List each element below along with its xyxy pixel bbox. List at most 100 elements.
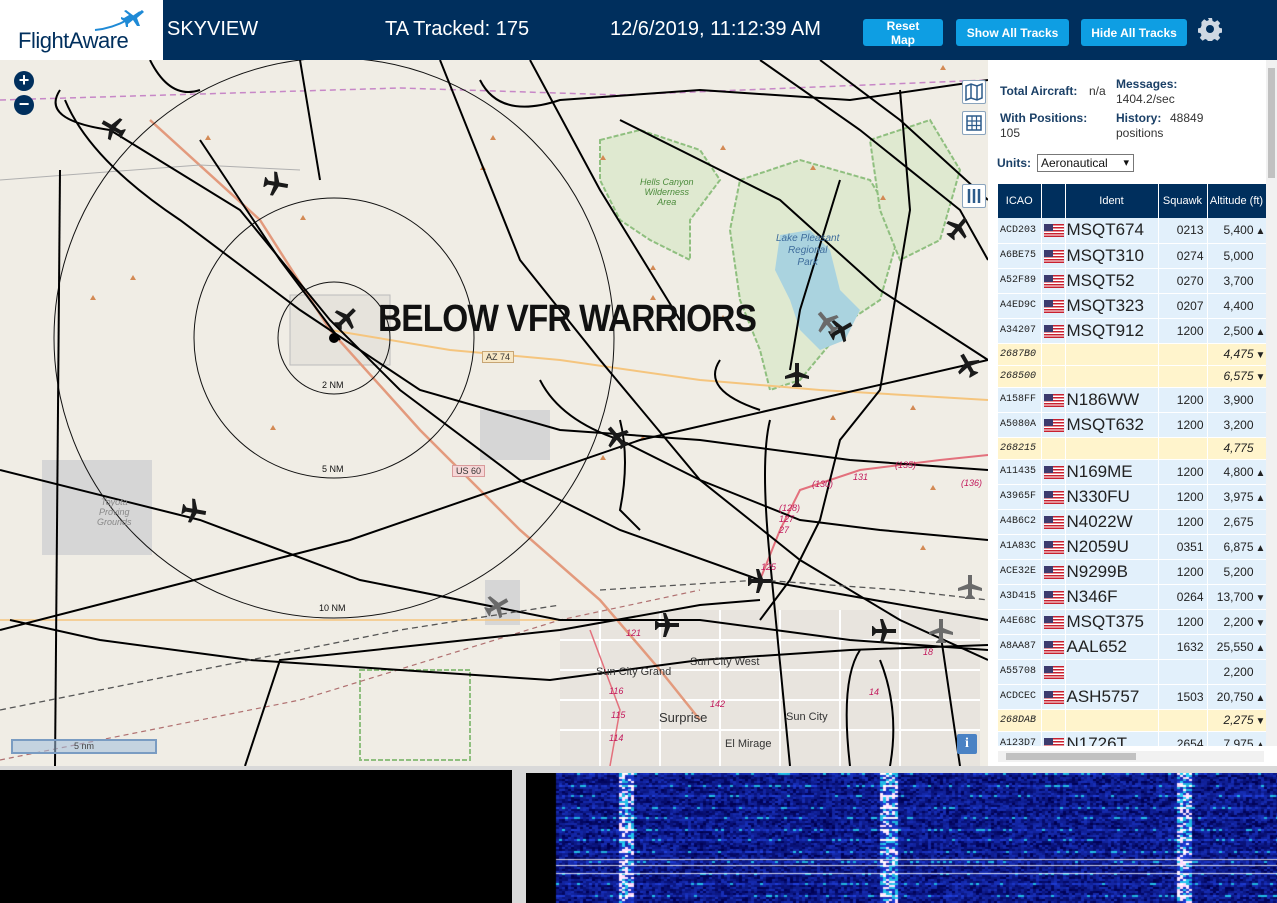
altitude-value: 20,750	[1216, 689, 1254, 704]
table-row[interactable]: 268215 4,775	[998, 437, 1266, 460]
table-row[interactable]: A4B6C2 N4022W 1200 2,675	[998, 509, 1266, 535]
info-button[interactable]: i	[957, 734, 977, 754]
ident-cell: MSQT310	[1065, 243, 1159, 269]
table-row[interactable]: A4ED9C MSQT323 0207 4,400	[998, 293, 1266, 319]
flag-cell	[1041, 365, 1066, 388]
show-all-tracks-button[interactable]: Show All Tracks	[956, 19, 1069, 46]
squawk-cell: 1503	[1158, 684, 1208, 710]
altitude-trend-icon: ▲	[1255, 467, 1266, 479]
flag-cell	[1041, 318, 1066, 344]
table-row[interactable]: 268DAB 2,275 ▼	[998, 709, 1266, 732]
us-flag-icon	[1043, 274, 1064, 288]
zoom-in-button[interactable]: +	[14, 71, 34, 91]
table-row[interactable]: A3D415 N346F 0264 13,700 ▼	[998, 584, 1266, 610]
squawk-cell: 2654	[1158, 731, 1208, 746]
table-row[interactable]: A123D7 N1726T 2654 7,975 ▲	[998, 731, 1266, 746]
us60-shield: US 60	[452, 465, 486, 477]
altitude-trend-icon: ▲	[1255, 326, 1266, 338]
altitude-cell: 4,800 ▲	[1207, 459, 1266, 485]
panel-vertical-scrollbar[interactable]	[1266, 60, 1277, 746]
icao-cell: 268DAB	[998, 709, 1042, 732]
with-positions-label: With Positions:	[1000, 111, 1088, 125]
squawk-cell: 1200	[1158, 387, 1208, 413]
table-row[interactable]: A4E68C MSQT375 1200 2,200 ▼	[998, 609, 1266, 635]
squawk-cell: 1632	[1158, 634, 1208, 660]
table-row[interactable]: 2687B0 4,475 ▼	[998, 343, 1266, 366]
squawk-cell: 0213	[1158, 218, 1208, 244]
table-row[interactable]: A52F89 MSQT52 0270 3,700	[998, 268, 1266, 294]
flag-cell	[1041, 584, 1066, 610]
panel-horizontal-scrollbar[interactable]	[998, 751, 1264, 762]
sun-city-label: Sun City	[786, 711, 828, 723]
ident-cell: MSQT674	[1065, 218, 1159, 244]
columns-icon[interactable]	[962, 184, 986, 208]
squawk-cell	[1158, 709, 1208, 732]
table-row[interactable]: A3965F N330FU 1200 3,975 ▲	[998, 484, 1266, 510]
ident-cell: N186WW	[1065, 387, 1159, 413]
altitude-trend-icon: ▲	[1255, 692, 1266, 704]
ring-label-10nm: 10 NM	[319, 603, 346, 613]
altitude-cell: 3,975 ▲	[1207, 484, 1266, 510]
altitude-cell: 2,200 ▼	[1207, 609, 1266, 635]
table-row[interactable]: A11435 N169ME 1200 4,800 ▲	[998, 459, 1266, 485]
icao-cell: A4B6C2	[998, 509, 1042, 535]
altitude-value: 5,400	[1223, 223, 1254, 238]
squawk-cell: 1200	[1158, 609, 1208, 635]
road-number: 121	[626, 628, 642, 638]
col-flag[interactable]	[1041, 184, 1066, 218]
altitude-cell: 5,200	[1207, 559, 1266, 585]
table-row[interactable]: A34207 MSQT912 1200 2,500 ▲	[998, 318, 1266, 344]
col-altitude[interactable]: Altitude (ft)	[1207, 184, 1266, 218]
table-row[interactable]: 268500 6,575 ▼	[998, 365, 1266, 388]
az74-shield: AZ 74	[482, 351, 515, 363]
skyview-app: FlightAware SKYVIEW TA Tracked: 175 12/6…	[0, 0, 1277, 903]
reset-map-button[interactable]: Reset Map	[863, 19, 943, 47]
altitude-trend-icon: ▼	[1255, 592, 1266, 604]
icao-cell: A55708	[998, 659, 1042, 685]
ident-cell: N169ME	[1065, 459, 1159, 485]
units-select[interactable]: Aeronautical	[1037, 154, 1134, 172]
grid-icon[interactable]	[962, 111, 986, 135]
hide-all-tracks-button[interactable]: Hide All Tracks	[1081, 19, 1187, 46]
table-row[interactable]: A5080A MSQT632 1200 3,200	[998, 412, 1266, 438]
table-row[interactable]: ACDCEC ASH5757 1503 20,750 ▲	[998, 684, 1266, 710]
altitude-trend-icon: ▼	[1255, 372, 1266, 383]
table-row[interactable]: A55708 2,200	[998, 659, 1266, 685]
tracked-count: TA Tracked: 175	[385, 18, 530, 40]
gear-icon[interactable]	[1198, 17, 1222, 41]
flag-cell	[1041, 559, 1066, 585]
table-body: ACD203 MSQT674 0213 5,400 ▲ A6BE75 MSQT310 0274…	[998, 218, 1266, 746]
altitude-cell: 5,400 ▲	[1207, 218, 1266, 244]
col-ident[interactable]: Ident	[1065, 184, 1159, 218]
altitude-cell: 25,550 ▲	[1207, 634, 1266, 660]
ident-cell: MSQT52	[1065, 268, 1159, 294]
flightaware-logo[interactable]: FlightAware	[0, 0, 163, 60]
table-row[interactable]: A6BE75 MSQT310 0274 5,000	[998, 243, 1266, 269]
ident-cell: N346F	[1065, 584, 1159, 610]
map-layers-icon[interactable]	[962, 80, 986, 104]
table-header: ICAO Ident Squawk Altitude (ft)	[998, 184, 1266, 218]
map-view[interactable]: + − BELOW VFR WARRIORS 2 NM 5 NM 10 NM H…	[0, 60, 988, 766]
table-row[interactable]: ACE32E N9299B 1200 5,200	[998, 559, 1266, 585]
col-squawk[interactable]: Squawk	[1158, 184, 1208, 218]
altitude-trend-icon: ▲	[1255, 542, 1266, 554]
icao-cell: A8AA87	[998, 634, 1042, 660]
squawk-cell	[1158, 365, 1208, 388]
flag-cell	[1041, 387, 1066, 413]
squawk-cell: 1200	[1158, 412, 1208, 438]
squawk-cell: 0351	[1158, 534, 1208, 560]
altitude-trend-icon: ▼	[1255, 716, 1266, 727]
ident-cell: N1726T	[1065, 731, 1159, 746]
zoom-out-button[interactable]: −	[14, 95, 34, 115]
table-row[interactable]: ACD203 MSQT674 0213 5,400 ▲	[998, 218, 1266, 244]
table-row[interactable]: A1A83C N2059U 0351 6,875 ▲	[998, 534, 1266, 560]
aircraft-panel: Total Aircraft: n/a Messages: 1404.2/sec…	[988, 60, 1277, 766]
flag-cell	[1041, 218, 1066, 244]
table-row[interactable]: A8AA87 AAL652 1632 25,550 ▲	[998, 634, 1266, 660]
squawk-cell	[1158, 343, 1208, 366]
altitude-cell: 3,700	[1207, 268, 1266, 294]
ident-cell: N4022W	[1065, 509, 1159, 535]
col-icao[interactable]: ICAO	[998, 184, 1042, 218]
table-row[interactable]: A158FF N186WW 1200 3,900	[998, 387, 1266, 413]
us-flag-icon	[1043, 640, 1064, 654]
